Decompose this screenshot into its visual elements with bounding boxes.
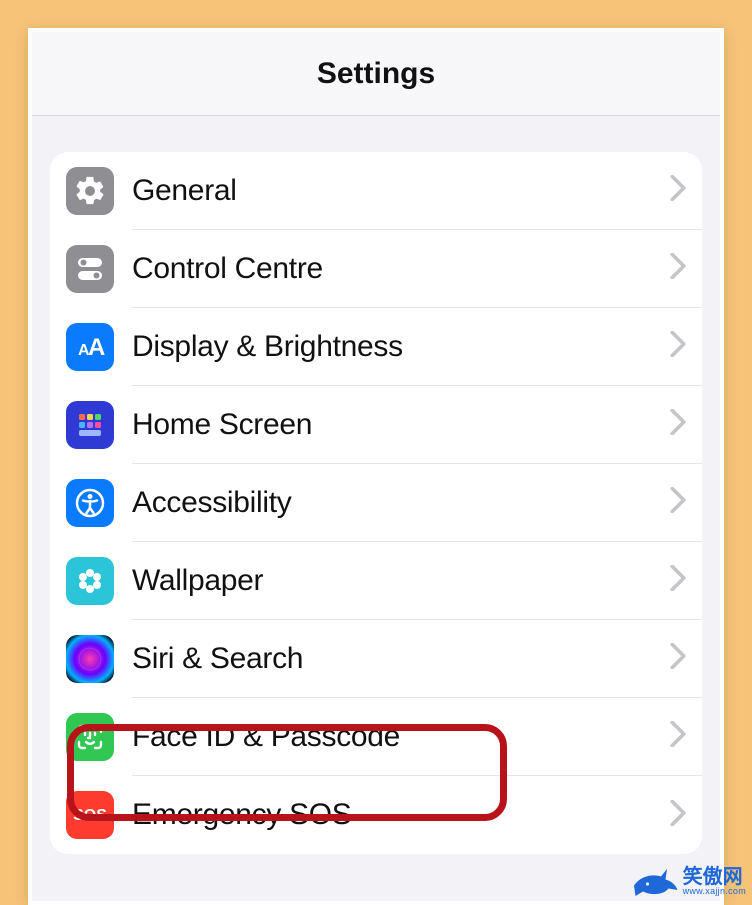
face-id-icon <box>66 713 114 761</box>
settings-row-wallpaper[interactable]: Wallpaper <box>50 542 702 620</box>
chevron-right-icon <box>670 721 686 752</box>
accessibility-icon <box>66 479 114 527</box>
settings-list: General Control Centre <box>50 152 702 854</box>
chevron-right-icon <box>670 565 686 596</box>
settings-row-general[interactable]: General <box>50 152 702 230</box>
row-label: Home Screen <box>132 408 670 442</box>
svg-text:SOS: SOS <box>73 807 107 824</box>
settings-row-home-screen[interactable]: Home Screen <box>50 386 702 464</box>
svg-text:A: A <box>88 334 105 361</box>
chevron-right-icon <box>670 175 686 206</box>
gear-icon <box>66 167 114 215</box>
siri-icon <box>66 635 114 683</box>
app-grid-icon <box>66 401 114 449</box>
text-size-icon: A A <box>66 323 114 371</box>
shark-icon <box>631 863 679 899</box>
chevron-right-icon <box>670 487 686 518</box>
page-title: Settings <box>317 57 435 91</box>
row-label: Siri & Search <box>132 642 670 676</box>
chevron-right-icon <box>670 409 686 440</box>
flower-icon <box>66 557 114 605</box>
row-label: Wallpaper <box>132 564 670 598</box>
row-label: Face ID & Passcode <box>132 720 670 754</box>
row-label: Accessibility <box>132 486 670 520</box>
chevron-right-icon <box>670 643 686 674</box>
watermark: 笑傲网 www.xajjn.com <box>631 863 746 899</box>
sos-icon: SOS <box>66 791 114 839</box>
row-label: Emergency SOS <box>132 798 670 832</box>
row-label: Control Centre <box>132 252 670 286</box>
settings-row-control-centre[interactable]: Control Centre <box>50 230 702 308</box>
watermark-sub: www.xajjn.com <box>683 887 746 896</box>
settings-row-emergency-sos[interactable]: SOS Emergency SOS <box>50 776 702 854</box>
settings-row-accessibility[interactable]: Accessibility <box>50 464 702 542</box>
chevron-right-icon <box>670 800 686 831</box>
settings-row-display[interactable]: A A Display & Brightness <box>50 308 702 386</box>
header-bar: Settings <box>32 32 720 116</box>
toggles-icon <box>66 245 114 293</box>
chevron-right-icon <box>670 253 686 284</box>
settings-row-face-id[interactable]: Face ID & Passcode <box>50 698 702 776</box>
settings-card: Settings General <box>28 28 724 905</box>
watermark-main: 笑傲网 <box>683 867 746 887</box>
chevron-right-icon <box>670 331 686 362</box>
row-label: General <box>132 174 670 208</box>
settings-row-siri[interactable]: Siri & Search <box>50 620 702 698</box>
row-label: Display & Brightness <box>132 330 670 364</box>
